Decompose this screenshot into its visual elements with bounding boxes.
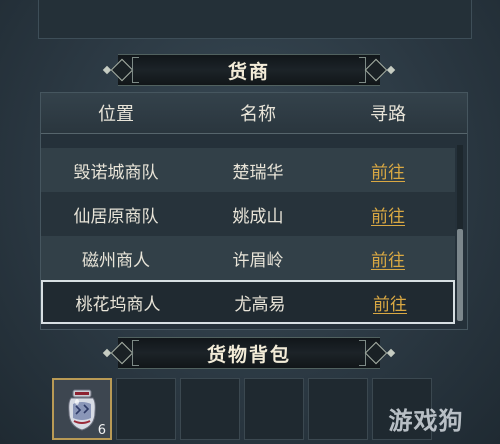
row-name: 尤高易 bbox=[234, 294, 286, 315]
table-header: 位置 名称 寻路 bbox=[41, 93, 467, 134]
inventory-banner: 货物背包 bbox=[102, 337, 396, 369]
table-row-selected[interactable]: 桃花坞商人 尤高易 前往 bbox=[41, 280, 455, 324]
merchant-banner: 货商 bbox=[102, 54, 396, 86]
row-location: 仙居原商队 bbox=[73, 206, 159, 227]
watermark-text: 游戏狗 bbox=[388, 406, 464, 435]
table-row[interactable]: 磁州商人 许眉岭 前往 bbox=[41, 236, 455, 280]
top-panel bbox=[38, 0, 472, 39]
row-action-cell: 前往 bbox=[325, 158, 451, 183]
goto-link[interactable]: 前往 bbox=[373, 295, 407, 315]
jar-icon bbox=[68, 389, 96, 431]
inventory-slot[interactable] bbox=[116, 378, 176, 440]
row-action-cell: 前往 bbox=[327, 290, 453, 315]
row-name: 姚成山 bbox=[232, 206, 284, 227]
watermark: 游戏狗 bbox=[366, 398, 486, 438]
goto-link[interactable]: 前往 bbox=[371, 251, 405, 271]
row-name: 楚瑞华 bbox=[232, 162, 284, 183]
header-name: 名称 bbox=[240, 104, 276, 125]
row-location: 毁诺城商队 bbox=[73, 162, 159, 183]
table-scrollbar[interactable] bbox=[457, 145, 463, 321]
table-row[interactable]: 毁诺城商队 楚瑞华 前往 bbox=[41, 148, 455, 192]
item-count: 6 bbox=[97, 423, 106, 438]
table-body: 毁诺城商队 楚瑞华 前往 仙居原商队 姚成山 前往 磁州商人 许眉岭 前往 桃花… bbox=[41, 148, 455, 324]
row-action-cell: 前往 bbox=[325, 202, 451, 227]
goto-link[interactable]: 前往 bbox=[371, 163, 405, 183]
goto-link[interactable]: 前往 bbox=[371, 207, 405, 227]
table-row[interactable]: 仙居原商队 姚成山 前往 bbox=[41, 192, 455, 236]
inventory-slot[interactable]: 6 bbox=[52, 378, 112, 440]
inventory-slot[interactable] bbox=[180, 378, 240, 440]
inventory-slot[interactable] bbox=[308, 378, 368, 440]
merchant-title: 货商 bbox=[227, 60, 270, 83]
row-name: 许眉岭 bbox=[232, 250, 284, 271]
row-action-cell: 前往 bbox=[325, 246, 451, 271]
header-pathfind: 寻路 bbox=[370, 104, 406, 125]
inventory-slot[interactable] bbox=[244, 378, 304, 440]
row-location: 磁州商人 bbox=[82, 250, 150, 271]
scrollbar-thumb[interactable] bbox=[457, 229, 463, 321]
banner-cap-left bbox=[132, 340, 139, 366]
banner-cap-left bbox=[132, 57, 139, 83]
inventory-title: 货物背包 bbox=[206, 343, 291, 366]
header-location: 位置 bbox=[98, 104, 134, 125]
row-location: 桃花坞商人 bbox=[75, 294, 161, 315]
merchant-table: 位置 名称 寻路 毁诺城商队 楚瑞华 前往 仙居原商队 姚成山 前往 磁州商人 … bbox=[40, 92, 468, 330]
